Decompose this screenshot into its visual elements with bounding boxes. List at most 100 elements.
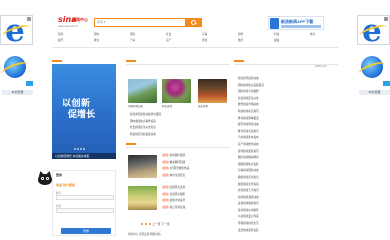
nav-item[interactable]: 科技 (274, 33, 279, 37)
nav-item[interactable]: 视频 (274, 39, 279, 43)
list-item[interactable]: 国际新闻全球视野 (236, 89, 336, 96)
photo-thumbnail[interactable] (128, 186, 157, 210)
list-item[interactable]: [组图]城市生活纪实 (162, 173, 228, 180)
banner-caption: 以创新促增长 共创美好未来 (52, 153, 116, 159)
photo-thumbnail[interactable] (162, 79, 191, 103)
banner-headline-2: 促增长 (68, 109, 96, 119)
list-item[interactable]: 时尚新闻潮流动态 (236, 195, 336, 202)
photo-thumbnail[interactable] (128, 79, 157, 103)
list-item[interactable]: 新闻资讯最新动态 (236, 76, 336, 83)
list-item[interactable]: 国内新闻热点追踪报道 (236, 83, 336, 90)
nav-item[interactable]: 体育 (310, 33, 315, 37)
list-item[interactable]: [组图]春日花海绽放 (162, 205, 228, 212)
list-item[interactable]: 读书新闻好书推荐 (236, 208, 336, 215)
nav-item[interactable]: 教育 (94, 39, 99, 43)
nav-item[interactable]: 游戏 (202, 39, 207, 43)
close-icon[interactable] (27, 17, 31, 21)
list-item[interactable]: 环保新闻绿色生活 (236, 221, 336, 228)
list-item[interactable]: 娱乐新闻明星动态 (236, 122, 336, 129)
news-tag: [组图] (162, 192, 169, 196)
search-button[interactable] (185, 18, 202, 27)
list-item[interactable]: 汽车新闻新车发布 (236, 135, 336, 142)
list-item[interactable]: 教育新闻考试资讯 (236, 129, 336, 136)
login-welcome: 欢迎 用户登录 (56, 183, 75, 187)
nav-item[interactable]: 军事 (202, 33, 207, 37)
news-tag: [组图] (162, 199, 169, 203)
list-item[interactable]: [组图]自然风光摄影 (162, 192, 228, 199)
news-title: 4月风景摄影作品 (169, 167, 190, 171)
list-item[interactable]: 法治新闻案件追踪 (236, 228, 336, 235)
list-item[interactable]: 房产新闻楼市动态 (236, 142, 336, 149)
news-tag: [组图] (162, 167, 169, 171)
nav-item[interactable]: 社会 (166, 33, 171, 37)
nav-item[interactable]: 娱乐 (58, 39, 63, 43)
photo-news-list-b: [组图]田园风光美景 [组图]自然风光摄影 [组图]航拍大地美景 [组图]春日花海绽放 (162, 185, 228, 211)
news-title: 航拍大地美景 (169, 199, 186, 203)
nav-item[interactable]: 国内 (94, 33, 99, 37)
news-title: 自然风光摄影 (169, 192, 186, 196)
phone-icon (270, 18, 279, 29)
left-ie-ad-2[interactable]: IE浏览器 (0, 50, 33, 95)
right-ie-ad[interactable]: e (357, 15, 390, 45)
username-field[interactable] (56, 195, 114, 200)
list-item[interactable]: 科技前沿创新发展动态 (128, 132, 228, 139)
list-item[interactable]: [组图]4月风景摄影作品 (162, 166, 228, 173)
list-item[interactable]: 社会新闻民生关注 (236, 96, 336, 103)
photo-caption[interactable]: 美丽风景如画 (128, 104, 143, 108)
list-item[interactable]: 视频新闻热点追踪 (236, 162, 336, 169)
search-input[interactable] (117, 20, 177, 25)
list-item[interactable]: 游戏新闻最新资讯 (236, 149, 336, 156)
news-tag: [组图] (162, 160, 169, 164)
list-item[interactable]: 新闻资讯最新动态消息报道 (128, 112, 228, 119)
right-ie-ad-2[interactable]: IE浏览器 (357, 50, 390, 95)
list-item[interactable]: [组图]精彩瞬间回顾 (162, 160, 228, 167)
list-item[interactable]: 旅游新闻出行指南 (236, 182, 336, 189)
nav-item[interactable]: 汽车 (130, 39, 135, 43)
list-item[interactable]: [组图]新闻图片报道 (162, 153, 228, 160)
news-tag: [组图] (162, 173, 169, 177)
list-item[interactable]: 国内要闻热点事件追踪 (128, 119, 228, 126)
list-item[interactable]: 健康新闻养生知识 (236, 175, 336, 182)
photo-news-list-a: [组图]新闻图片报道 [组图]精彩瞬间回顾 [组图]4月风景摄影作品 [组图]城市生活… (162, 153, 228, 179)
list-item[interactable]: 文化新闻艺术资讯 (236, 188, 336, 195)
ad-label: IE浏览器 (2, 90, 33, 95)
ie-logo-icon: e (362, 15, 382, 45)
password-field[interactable] (56, 208, 114, 213)
nav-item[interactable]: 图片 (238, 39, 243, 43)
list-item[interactable]: 美食新闻餐饮资讯 (236, 201, 336, 208)
badge-icon (383, 81, 390, 86)
list-item[interactable]: 财经新闻市场动态 (236, 102, 336, 109)
footer-links[interactable]: 新闻中心 意见反馈 网站导航 (128, 232, 161, 236)
nav-item[interactable]: 新闻 (58, 33, 63, 37)
app-download-banner[interactable]: 新浪新闻APP下载 (268, 16, 324, 30)
photo-thumbnail[interactable] (128, 155, 157, 178)
photo-thumbnail[interactable] (198, 79, 227, 103)
nav-item[interactable]: 财经 (238, 33, 243, 37)
nav-item[interactable]: 国际 (130, 33, 135, 37)
list-item[interactable]: 社会新闻民生关注焦点 (128, 125, 228, 132)
login-title: 登录 (56, 173, 63, 177)
ie-logo-icon (4, 56, 26, 78)
nav-item[interactable]: 房产 (166, 39, 171, 43)
list-item[interactable]: [组图]航拍大地美景 (162, 198, 228, 205)
photo-caption[interactable]: 城市夜景 (198, 104, 208, 108)
close-icon[interactable] (384, 17, 388, 21)
photo-caption[interactable]: 鲜花盛开 (162, 104, 172, 108)
list-item[interactable]: 公益新闻爱心传递 (236, 214, 336, 221)
carousel-dots[interactable] (74, 147, 86, 151)
news-tag: [组图] (162, 154, 169, 157)
search-scope-select[interactable]: 新闻 ▾ (97, 20, 113, 25)
site-logo[interactable]: sina 新闻中心 news.sina.com.cn (58, 15, 96, 28)
app-banner-subline (281, 25, 321, 28)
list-item[interactable]: 图片新闻精彩瞬间 (236, 155, 336, 162)
list-item[interactable]: [组图]田园风光美景 (162, 185, 228, 192)
feature-banner[interactable]: 以创新 促增长 以创新促增长 共创美好未来 (52, 64, 116, 159)
left-ie-ad[interactable]: e (0, 15, 33, 45)
login-button[interactable]: 登录 (61, 228, 111, 234)
date-label: 2026.4.20 (315, 65, 327, 68)
list-item[interactable]: 体育新闻赛事报道 (236, 116, 336, 123)
pager[interactable]: 上一页 下一页 (140, 222, 170, 226)
list-item[interactable]: 科技新闻前沿资讯 (236, 109, 336, 116)
list-item[interactable]: 军事新闻国防动态 (236, 168, 336, 175)
ie-logo-icon: e (5, 15, 25, 45)
